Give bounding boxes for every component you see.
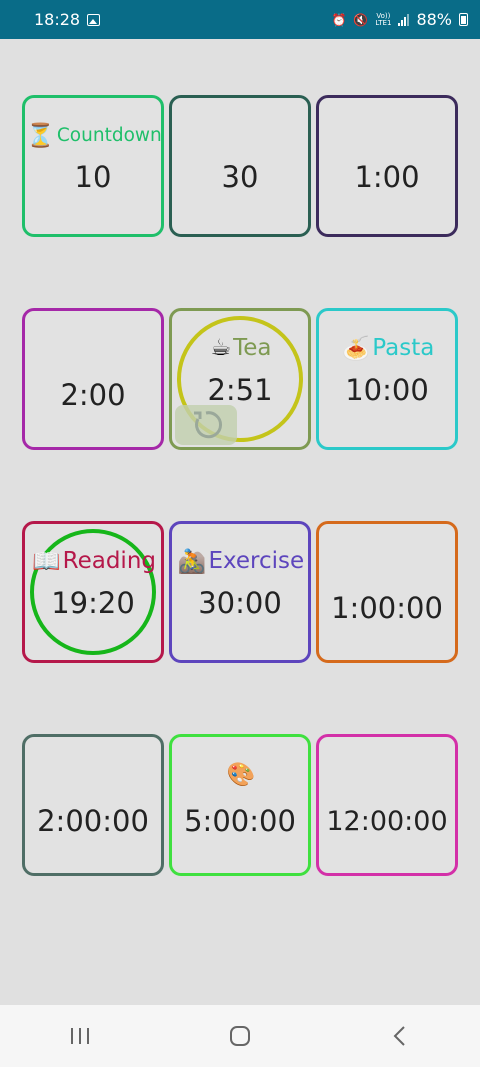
timer-time: 19:20 bbox=[51, 586, 135, 620]
navigation-bar bbox=[0, 1005, 480, 1067]
timer-label: 🎨 bbox=[174, 759, 308, 789]
spaghetti-icon: 🍝 bbox=[341, 335, 371, 362]
timer-label: ⏳ Countdown bbox=[26, 120, 162, 150]
timer-tile-2min[interactable]: 2:00 bbox=[22, 308, 164, 450]
timer-time: 1:00 bbox=[354, 160, 420, 194]
recent-apps-icon bbox=[71, 1028, 89, 1044]
timer-tile-1min[interactable]: 1:00 bbox=[316, 95, 458, 237]
timer-tile-1hour[interactable]: 1:00:00 bbox=[316, 521, 458, 663]
timer-time: 1:00:00 bbox=[331, 591, 443, 625]
book-icon: 📖 bbox=[32, 548, 61, 575]
timer-tile-30s[interactable]: 30 bbox=[169, 95, 311, 237]
timer-tile-reading[interactable]: 📖 Reading 19:20 bbox=[22, 521, 164, 663]
timer-tile-12hours[interactable]: 12:00:00 bbox=[316, 734, 458, 876]
back-icon bbox=[393, 1026, 405, 1046]
timer-title: Pasta bbox=[372, 335, 435, 361]
home-button[interactable] bbox=[210, 1016, 270, 1056]
coffee-icon: ☕ bbox=[210, 335, 232, 361]
reset-button[interactable] bbox=[175, 405, 237, 445]
back-button[interactable] bbox=[370, 1016, 430, 1056]
timer-label: 📖 Reading bbox=[27, 546, 161, 576]
timer-time: 30:00 bbox=[198, 586, 282, 620]
timer-title: Tea bbox=[233, 335, 272, 361]
timer-title: Countdown bbox=[56, 124, 162, 146]
timer-tile-2hours[interactable]: 2:00:00 bbox=[22, 734, 164, 876]
timer-tile-tea[interactable]: ☕ Tea 2:51 bbox=[169, 308, 311, 450]
timer-time: 5:00:00 bbox=[184, 804, 296, 838]
timer-tile-countdown[interactable]: ⏳ Countdown 10 bbox=[22, 95, 164, 237]
recent-apps-button[interactable] bbox=[50, 1016, 110, 1056]
timer-label: 🍝 Pasta bbox=[321, 333, 455, 363]
timer-tile-art[interactable]: 🎨 5:00:00 bbox=[169, 734, 311, 876]
timer-time: 10:00 bbox=[345, 373, 429, 407]
home-icon bbox=[230, 1026, 250, 1046]
timer-time: 30 bbox=[221, 160, 259, 194]
hourglass-icon: ⏳ bbox=[26, 122, 55, 149]
timer-label: ☕ Tea bbox=[174, 333, 308, 363]
timer-tile-pasta[interactable]: 🍝 Pasta 10:00 bbox=[316, 308, 458, 450]
timer-time: 2:00 bbox=[60, 378, 126, 412]
timer-label: 🚵 Exercise bbox=[174, 546, 308, 576]
timer-tile-exercise[interactable]: 🚵 Exercise 30:00 bbox=[169, 521, 311, 663]
timer-title: Reading bbox=[62, 548, 156, 574]
timer-time: 12:00:00 bbox=[326, 805, 448, 837]
timer-title: Exercise bbox=[208, 548, 305, 574]
timer-time: 10 bbox=[74, 160, 112, 194]
timer-grid: ⏳ Countdown 10 30 1:00 2:00 ☕ Tea 2:51 🍝 bbox=[0, 0, 480, 1005]
timer-time: 2:00:00 bbox=[37, 804, 149, 838]
palette-icon: 🎨 bbox=[226, 761, 256, 788]
reset-icon bbox=[194, 411, 222, 439]
mountain-bike-icon: 🚵 bbox=[177, 548, 207, 575]
